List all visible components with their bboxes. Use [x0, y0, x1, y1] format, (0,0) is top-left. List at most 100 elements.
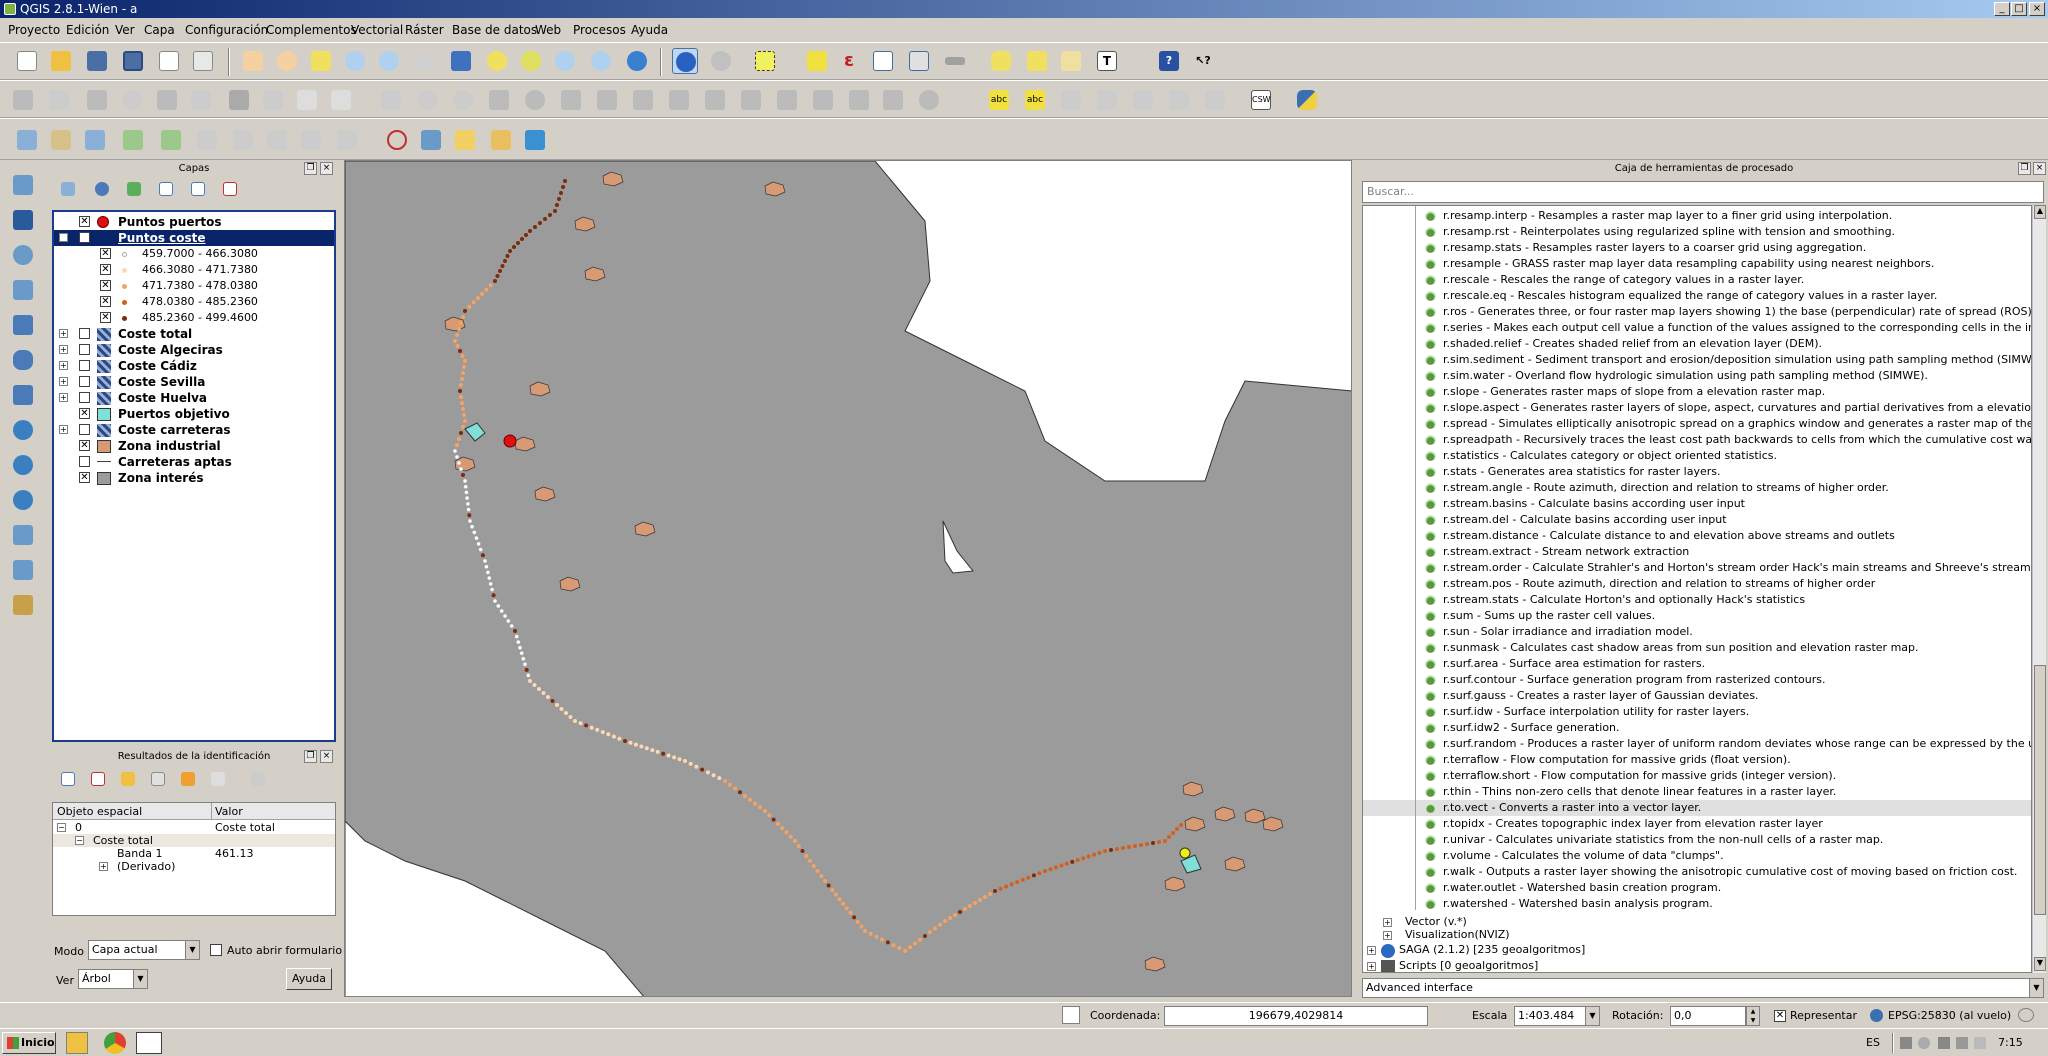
add-group-icon[interactable] — [58, 179, 80, 201]
class-row[interactable]: ✕ 459.7000 - 466.3080 — [54, 246, 334, 262]
measure-line-icon[interactable] — [942, 48, 968, 74]
layer-coste-sevilla[interactable]: + Coste Sevilla — [54, 374, 334, 390]
new-print-composer-button[interactable] — [156, 48, 182, 74]
identify-features-icon[interactable] — [672, 48, 698, 74]
help-button[interactable]: Ayuda — [286, 968, 332, 990]
delete-selected-icon[interactable] — [226, 87, 252, 113]
layer-visibility-checkbox[interactable] — [79, 424, 90, 435]
csw-icon[interactable]: CSW — [1248, 87, 1274, 113]
expand-icon[interactable]: + — [59, 329, 68, 338]
expand-tree-icon[interactable] — [58, 769, 80, 791]
algorithm-item[interactable]: r.surf.contour - Surface generation prog… — [1363, 672, 2031, 688]
label-pin-icon[interactable] — [1058, 87, 1084, 113]
menu-capa[interactable]: Capa — [144, 23, 175, 37]
reshape-icon[interactable] — [702, 87, 728, 113]
algorithm-item[interactable]: r.spreadpath - Recursively traces the le… — [1363, 432, 2031, 448]
algorithm-item[interactable]: r.spread - Simulates elliptically anisot… — [1363, 416, 2031, 432]
algorithm-item[interactable]: r.resample - GRASS raster map layer data… — [1363, 256, 2031, 272]
collapse-tree-icon[interactable] — [88, 769, 110, 791]
expand-icon[interactable]: + — [1383, 918, 1392, 927]
column-header[interactable]: Valor — [215, 805, 243, 818]
print-icon[interactable] — [248, 769, 270, 791]
menu-procesos[interactable]: Procesos — [573, 23, 626, 37]
zoom-native-icon[interactable] — [410, 48, 436, 74]
menu-edicion[interactable]: Edición — [66, 23, 109, 37]
simplify-icon[interactable] — [486, 87, 512, 113]
label-highlight-icon[interactable]: abc — [1022, 87, 1048, 113]
algorithm-item[interactable]: r.thin - Thins non-zero cells that denot… — [1363, 784, 2031, 800]
layer-visibility-checkbox[interactable] — [79, 328, 90, 339]
algorithm-item[interactable]: r.resamp.stats - Resamples raster layers… — [1363, 240, 2031, 256]
delete-part-icon[interactable] — [666, 87, 692, 113]
menu-web[interactable]: Web — [535, 23, 561, 37]
start-button[interactable]: Inicio — [2, 1032, 56, 1054]
algorithm-item[interactable]: r.terraflow.short - Flow computation for… — [1363, 768, 2031, 784]
table-row[interactable]: − 0 Coste total — [53, 821, 335, 834]
zoom-to-layer-icon[interactable] — [518, 48, 544, 74]
algorithm-item[interactable]: r.sim.sediment - Sediment transport and … — [1363, 352, 2031, 368]
map-tips-icon[interactable] — [988, 48, 1014, 74]
fill-ring-icon[interactable] — [594, 87, 620, 113]
algorithm-item[interactable]: r.walk - Outputs a raster layer showing … — [1363, 864, 2031, 880]
algorithm-item[interactable]: r.stream.pos - Route azimuth, direction … — [1363, 576, 2031, 592]
algorithm-item[interactable]: r.sun - Solar irradiance and irradiation… — [1363, 624, 2031, 640]
float-panel-icon[interactable]: ❐ — [304, 162, 317, 175]
group-visualization[interactable]: Visualization(NVIZ) — [1405, 928, 1510, 941]
new-project-button[interactable] — [14, 48, 40, 74]
menu-ver[interactable]: Ver — [115, 23, 135, 37]
algorithm-item[interactable]: r.stream.angle - Route azimuth, directio… — [1363, 480, 2031, 496]
algorithm-item[interactable]: r.rescale - Rescales the range of catego… — [1363, 272, 2031, 288]
close-button[interactable]: × — [2029, 2, 2045, 16]
scale-select[interactable]: 1:403.484 ▼ — [1514, 1006, 1600, 1026]
algorithm-item[interactable]: r.series - Makes each output cell value … — [1363, 320, 2031, 336]
algorithm-item[interactable]: r.surf.idw2 - Surface generation. — [1363, 720, 2031, 736]
processing-scrollbar[interactable]: ▲ ▼ — [2032, 205, 2046, 973]
raster-grid-icon[interactable] — [10, 207, 36, 233]
merge-features-icon[interactable] — [846, 87, 872, 113]
expand-all-icon[interactable] — [156, 179, 178, 201]
label-change-icon[interactable] — [1202, 87, 1228, 113]
move-feature-icon[interactable] — [154, 87, 180, 113]
layer-visibility-checkbox[interactable]: ✕ — [79, 408, 90, 419]
globe-wms-icon[interactable] — [10, 417, 36, 443]
menu-ayuda[interactable]: Ayuda — [631, 23, 668, 37]
clear-results-icon[interactable] — [178, 769, 200, 791]
open-form-icon[interactable] — [148, 769, 170, 791]
add-raster-icon[interactable] — [48, 127, 74, 153]
digitize-icon[interactable] — [378, 87, 404, 113]
algorithm-item[interactable]: r.water.outlet - Watershed basin creatio… — [1363, 880, 2031, 896]
processing-search-input[interactable]: Buscar... — [1362, 181, 2044, 203]
node-tool-icon[interactable] — [188, 87, 214, 113]
algorithm-item[interactable]: r.slope.aspect - Generates raster layers… — [1363, 400, 2031, 416]
new-bookmark-icon[interactable] — [1024, 48, 1050, 74]
label-move-icon[interactable] — [1130, 87, 1156, 113]
expand-icon[interactable]: + — [59, 425, 68, 434]
zoom-out-icon[interactable] — [376, 48, 402, 74]
delete-ring-icon[interactable] — [630, 87, 656, 113]
tray-flag-icon[interactable] — [1900, 1037, 1912, 1049]
class-visibility-checkbox[interactable]: ✕ — [100, 296, 111, 307]
class-row[interactable]: ✕ 478.0380 - 485.2360 — [54, 294, 334, 310]
algorithm-item[interactable]: r.watershed - Watershed basin analysis p… — [1363, 896, 2031, 912]
chrome-icon[interactable] — [104, 1032, 126, 1054]
offset-curve-icon[interactable] — [738, 87, 764, 113]
layer-coste-cadiz[interactable]: + Coste Cádiz — [54, 358, 334, 374]
collapse-icon[interactable]: − — [57, 823, 66, 832]
vertex-tool-icon[interactable] — [10, 172, 36, 198]
group-saga[interactable]: SAGA (2.1.2) [235 geoalgoritmos] — [1399, 943, 1585, 956]
attribute-table-icon[interactable] — [870, 48, 896, 74]
layer-coste-carreteras[interactable]: + Coste carreteras — [54, 422, 334, 438]
messages-icon[interactable] — [1062, 1006, 1080, 1024]
port-point-east[interactable] — [1179, 847, 1191, 859]
power-icon[interactable] — [1956, 1037, 1968, 1049]
save-edits-icon[interactable] — [84, 87, 110, 113]
save-project-button[interactable] — [84, 48, 110, 74]
raster-calculator-icon[interactable] — [488, 127, 514, 153]
float-panel-icon[interactable]: ❐ — [2018, 162, 2031, 175]
add-oracle-icon[interactable] — [194, 127, 220, 153]
table-row[interactable]: Banda 1 461.13 — [53, 847, 335, 860]
filter-legend-icon[interactable] — [124, 179, 146, 201]
layer-coste-algeciras[interactable]: + Coste Algeciras — [54, 342, 334, 358]
rotation-spinner[interactable]: ▲ ▼ — [1746, 1006, 1760, 1026]
auto-open-checkbox[interactable] — [210, 944, 222, 956]
